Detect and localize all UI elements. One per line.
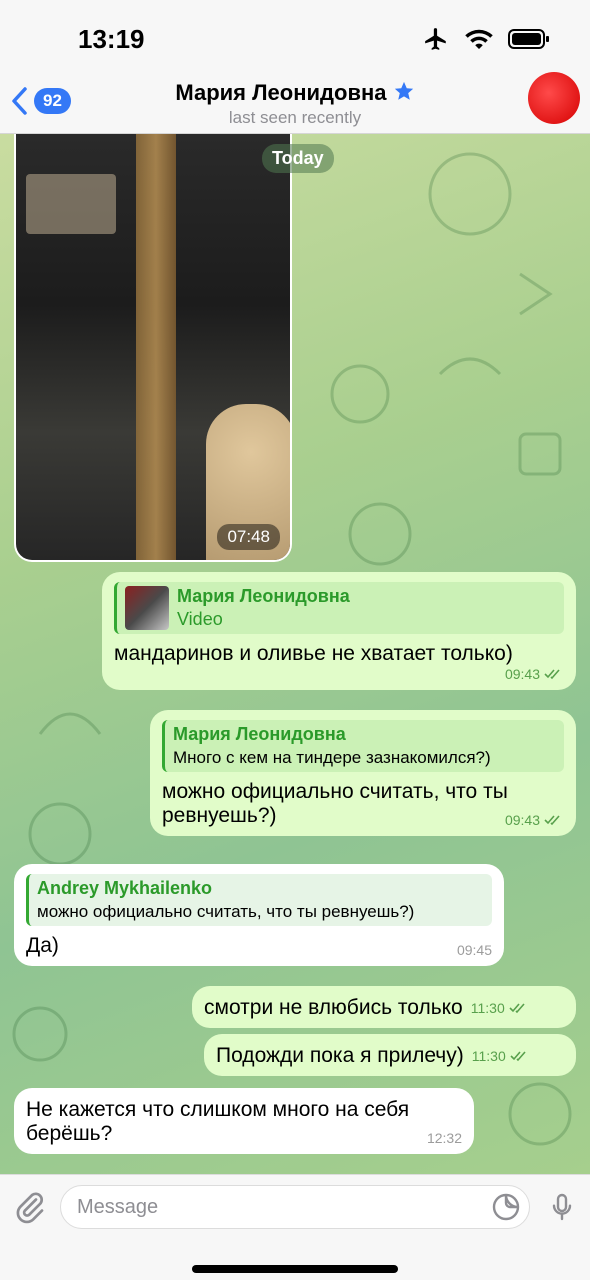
message-text: смотри не влюбись только bbox=[204, 996, 463, 1019]
message-text: Да) bbox=[26, 934, 59, 957]
message-time: 12:32 bbox=[426, 1130, 462, 1146]
message-time: 11:30 bbox=[471, 1048, 506, 1064]
star-icon bbox=[394, 81, 413, 100]
message-bubble[interactable]: смотри не влюбись только 11:30 bbox=[192, 986, 576, 1028]
message-bubble[interactable]: Подожди пока я прилечу) 11:30 bbox=[204, 1034, 576, 1076]
message-input[interactable]: Message bbox=[60, 1185, 530, 1229]
reply-preview[interactable]: Andrey Mykhailenko можно официально счит… bbox=[26, 874, 492, 926]
message-text-continued: берёшь? bbox=[26, 1122, 113, 1145]
chat-title: Мария Леонидовна bbox=[175, 80, 387, 105]
reply-preview[interactable]: Мария Леонидовна Много с кем на тиндере … bbox=[162, 720, 564, 772]
double-check-icon bbox=[510, 1051, 526, 1062]
message-text: Не кажется что слишком много на себя bbox=[26, 1098, 410, 1121]
message-bubble[interactable]: Мария Леонидовна Много с кем на тиндере … bbox=[150, 710, 576, 836]
airplane-icon bbox=[425, 28, 446, 50]
message-text: Подожди пока я прилечу) bbox=[216, 1044, 464, 1067]
message-text-continued: ревнуешь?) bbox=[162, 804, 277, 827]
message-bubble[interactable]: Не кажется что слишком много на себя бер… bbox=[14, 1088, 474, 1154]
home-indicator bbox=[192, 1265, 398, 1273]
message-time: 11:30 bbox=[470, 1000, 505, 1016]
chat-area[interactable]: 07:48 Today Мария Леонидовна Video манда… bbox=[0, 134, 590, 1174]
microphone-icon[interactable] bbox=[546, 1189, 578, 1225]
chat-title-block[interactable]: Мария Леонидовна last seen recently bbox=[0, 80, 590, 128]
status-bar: 13:19 bbox=[0, 0, 590, 76]
last-seen-status: last seen recently bbox=[228, 108, 362, 127]
message-text: можно официально считать, что ты bbox=[162, 780, 508, 803]
message-bubble[interactable]: Мария Леонидовна Video мандаринов и олив… bbox=[102, 572, 576, 690]
video-duration: 07:48 bbox=[217, 524, 280, 550]
sticker-icon[interactable] bbox=[490, 1191, 522, 1223]
message-time: 09:43 bbox=[504, 666, 540, 682]
double-check-icon bbox=[509, 1003, 525, 1014]
chat-header: 92 Мария Леонидовна last seen recently bbox=[0, 72, 590, 134]
message-time: 09:45 bbox=[456, 942, 492, 958]
battery-icon bbox=[508, 29, 549, 49]
message-bubble[interactable]: Andrey Mykhailenko можно официально счит… bbox=[14, 864, 504, 966]
double-check-icon bbox=[544, 669, 560, 680]
status-time: 13:19 bbox=[78, 24, 145, 54]
date-pill: Today bbox=[262, 144, 334, 173]
video-thumbnail[interactable]: 07:48 bbox=[16, 134, 290, 560]
avatar[interactable] bbox=[528, 72, 580, 124]
wifi-icon bbox=[465, 29, 493, 49]
video-message[interactable]: 07:48 bbox=[14, 134, 292, 562]
attach-icon[interactable] bbox=[12, 1189, 48, 1225]
reply-thumbnail bbox=[125, 586, 169, 630]
input-bar: Message bbox=[0, 1174, 590, 1280]
message-time: 09:43 bbox=[504, 812, 540, 828]
double-check-icon bbox=[544, 815, 560, 826]
reply-preview[interactable]: Мария Леонидовна Video bbox=[114, 582, 564, 634]
message-text: мандаринов и оливье не хватает только) bbox=[114, 642, 513, 665]
